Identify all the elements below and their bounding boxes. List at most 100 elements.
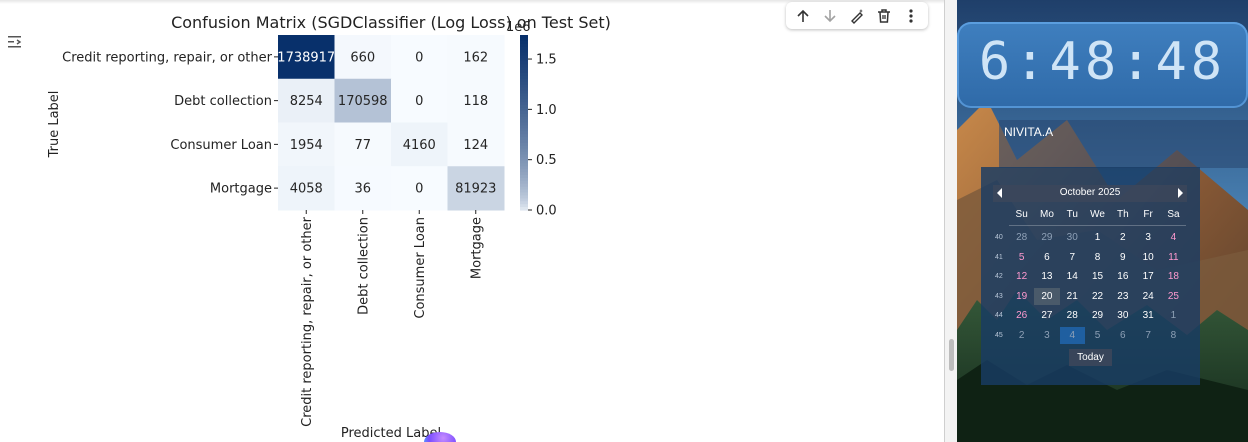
calendar-day[interactable]: 22 — [1085, 288, 1110, 305]
calendar-day-header: Mo — [1039, 209, 1054, 220]
calendar-day[interactable]: 29 — [1034, 229, 1059, 246]
calendar-week-number: 43 — [995, 292, 1003, 300]
calendar-day[interactable]: 4 — [1059, 326, 1085, 344]
cell-value-label: 0 — [415, 50, 423, 65]
user-panel: NIVITA.A — [999, 120, 1248, 168]
trash-icon — [877, 8, 890, 23]
calendar-day[interactable]: 2 — [1009, 327, 1034, 344]
calendar-day[interactable]: 26 — [1009, 307, 1034, 324]
cell-value-label: 1738917 — [277, 50, 335, 65]
calendar-day[interactable]: 3 — [1034, 327, 1059, 344]
calendar-week-row: 40 28 29 30 1 2 3 4 — [995, 229, 1186, 246]
colorbar-tick-label: 0.5 — [536, 153, 557, 168]
calendar-day[interactable]: 20 — [1034, 287, 1060, 305]
desktop-wallpaper: 6:48:48 NIVITA.A October 2025 Su Mo Tu We Th… — [957, 0, 1248, 442]
calendar-day[interactable]: 11 — [1161, 249, 1186, 266]
calendar-day[interactable]: 3 — [1135, 229, 1160, 246]
clock-time: 6:48:48 — [978, 32, 1227, 92]
next-month-icon[interactable] — [1178, 188, 1183, 198]
calendar-day[interactable]: 4 — [1161, 229, 1186, 246]
calendar-day[interactable]: 1 — [1085, 229, 1110, 246]
y-tick-label: Debt collection — [174, 94, 272, 109]
cell-value-label: 4160 — [403, 138, 436, 153]
calendar-day[interactable]: 1 — [1161, 307, 1186, 324]
cell-value-label: 660 — [350, 50, 375, 65]
calendar-day[interactable]: 6 — [1034, 249, 1059, 266]
cell-value-label: 36 — [354, 182, 371, 197]
calendar-week-number: 44 — [995, 312, 1003, 319]
calendar-month-label: October 2025 — [1059, 187, 1121, 198]
clock-widget: 6:48:48 — [957, 22, 1248, 108]
edit-magic-button[interactable] — [846, 5, 868, 27]
calendar-day[interactable]: 28 — [1009, 229, 1034, 246]
y-tick-label: Credit reporting, repair, or other — [62, 50, 273, 65]
calendar-day[interactable]: 29 — [1085, 307, 1110, 324]
user-name: NIVITA.A — [1004, 125, 1054, 139]
calendar-week-number: 41 — [995, 253, 1003, 261]
calendar-day[interactable]: 23 — [1110, 288, 1135, 305]
calendar-day[interactable]: 21 — [1060, 288, 1085, 305]
cell-toolbar — [786, 2, 928, 29]
x-tick-label: Debt collection — [356, 217, 371, 315]
splitter-handle[interactable] — [949, 339, 954, 371]
y-tick-label: Consumer Loan — [170, 138, 272, 153]
calendar-day[interactable]: 10 — [1135, 249, 1160, 266]
arrow-down-icon — [824, 9, 836, 22]
calendar-day[interactable]: 27 — [1034, 307, 1059, 324]
calendar-day[interactable]: 14 — [1060, 268, 1085, 285]
calendar-day[interactable]: 6 — [1110, 327, 1135, 344]
calendar-day[interactable]: 2 — [1110, 229, 1135, 246]
calendar-day[interactable]: 5 — [1085, 327, 1110, 344]
calendar-day[interactable]: 18 — [1161, 268, 1186, 285]
calendar-day[interactable]: 16 — [1110, 268, 1135, 285]
delete-cell-button[interactable] — [873, 5, 895, 27]
cell-value-label: 77 — [354, 138, 371, 153]
cell-value-label: 81923 — [455, 182, 496, 197]
calendar-day[interactable]: 15 — [1085, 268, 1110, 285]
x-tick-label: Consumer Loan — [413, 217, 428, 319]
cell-value-label: 0 — [415, 94, 423, 109]
move-down-button[interactable] — [819, 5, 841, 27]
calendar-day[interactable]: 17 — [1135, 268, 1160, 285]
x-tick-label: Credit reporting, repair, or other — [300, 216, 315, 427]
colorbar-tick-label: 1.0 — [536, 103, 557, 118]
calendar-widget: October 2025 Su Mo Tu We Th Fr Sa 40 28 29 30 1 2 3 4… — [981, 167, 1200, 385]
calendar-divider — [1009, 225, 1186, 226]
calendar-day[interactable]: 9 — [1110, 249, 1135, 266]
calendar-day[interactable]: 30 — [1110, 307, 1135, 324]
arrow-up-icon — [797, 9, 809, 22]
confusion-matrix-chart: Confusion Matrix (SGDClassifier (Log Los… — [47, 13, 611, 441]
colorbar: 0.0 0.5 1.0 1.5 1e6 — [506, 20, 557, 219]
pane-splitter[interactable] — [944, 0, 957, 442]
move-up-button[interactable] — [792, 5, 814, 27]
calendar-day-header: Tu — [1066, 209, 1078, 220]
calendar-week-row: 43 19 20 21 22 23 24 25 — [995, 287, 1186, 305]
calendar-day[interactable]: 7 — [1060, 249, 1085, 266]
calendar-day[interactable]: 24 — [1135, 288, 1160, 305]
heatmap-cells: 1738917 660 0 162 8254 170598 0 118 1954 77 4160 12… — [277, 35, 505, 211]
calendar-day[interactable]: 8 — [1085, 249, 1110, 266]
calendar-week-number: 40 — [995, 234, 1003, 241]
cell-value-label: 8254 — [290, 94, 323, 109]
calendar-day[interactable]: 8 — [1161, 327, 1186, 344]
calendar-day[interactable]: 31 — [1135, 307, 1160, 324]
calendar-day[interactable]: 12 — [1009, 268, 1034, 285]
calendar-week-number: 45 — [995, 331, 1003, 339]
calendar-week-row: 44 26 27 28 29 30 31 1 — [995, 307, 1186, 324]
cell-value-label: 4058 — [290, 182, 323, 197]
calendar-day-header: We — [1090, 209, 1105, 220]
calendar-day[interactable]: 28 — [1060, 307, 1085, 324]
calendar-day[interactable]: 13 — [1034, 268, 1059, 285]
colorbar-tick-label: 1.5 — [536, 53, 557, 68]
y-tick-label: Mortgage — [210, 182, 272, 197]
more-options-button[interactable] — [900, 5, 922, 27]
calendar-day[interactable]: 30 — [1060, 229, 1085, 246]
calendar-day[interactable]: 19 — [1009, 288, 1034, 305]
calendar-day[interactable]: 5 — [1009, 249, 1034, 266]
more-vertical-icon — [908, 8, 913, 23]
calendar-today-button[interactable]: Today — [1069, 349, 1112, 366]
calendar-week-row: 42 12 13 14 15 16 17 18 — [995, 268, 1186, 285]
x-tick-label: Mortgage — [469, 217, 484, 279]
calendar-day[interactable]: 25 — [1161, 288, 1186, 305]
calendar-day[interactable]: 7 — [1135, 327, 1160, 344]
